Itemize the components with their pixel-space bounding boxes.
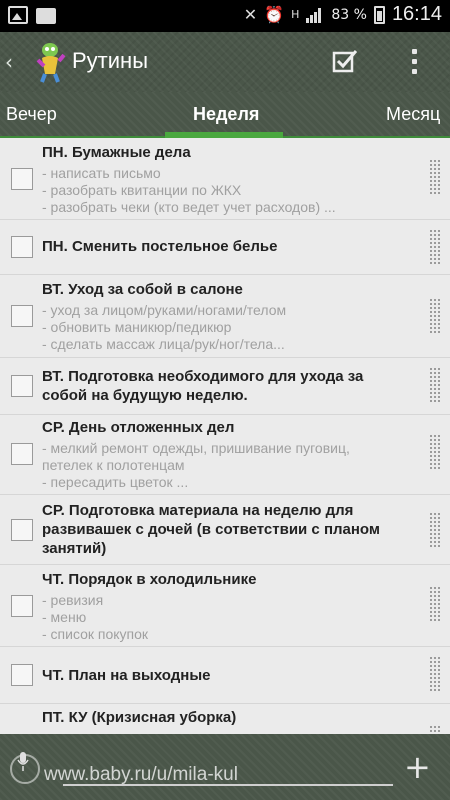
list-item[interactable]: СР. Подготовка материала на неделю для р…: [0, 495, 450, 565]
item-subtask: - список покупок: [42, 626, 149, 642]
item-checkbox[interactable]: [11, 595, 33, 617]
store-notification-icon: [36, 8, 56, 24]
drag-handle-icon[interactable]: [430, 513, 440, 549]
item-title: ПН. Бумажные дела: [42, 144, 191, 161]
network-type: H: [291, 8, 300, 21]
list-item[interactable]: ЧТ. Порядок в холодильнике - ревизия - м…: [0, 565, 450, 647]
status-bar: ✕ ⏰ H 83 % 16:14: [0, 0, 450, 32]
battery-icon: [373, 5, 385, 24]
item-title: ПТ. КУ (Кризисная уборка): [42, 709, 237, 726]
item-subtask: - пересадить цветок ...: [42, 474, 189, 490]
notification-icons: [8, 6, 56, 24]
list-item[interactable]: ПН. Сменить постельное белье: [0, 220, 450, 275]
item-subtask: - меню: [42, 609, 87, 625]
list-item[interactable]: ПТ. КУ (Кризисная уборка): [0, 704, 450, 734]
routine-list: ПН. Бумажные дела - написать письмо - ра…: [0, 140, 450, 734]
overflow-menu-icon[interactable]: [402, 46, 426, 78]
list-item[interactable]: ЧТ. План на выходные: [0, 647, 450, 704]
tab-bar: Вечер Неделя Месяц: [0, 92, 450, 138]
add-icon[interactable]: +: [404, 751, 431, 783]
drag-handle-icon[interactable]: [430, 160, 440, 196]
microphone-icon[interactable]: [16, 751, 30, 773]
status-right: ✕ ⏰ H 83 % 16:14: [244, 3, 442, 26]
item-checkbox[interactable]: [11, 519, 33, 541]
alarm-icon: ⏰: [264, 5, 285, 24]
item-subtask: - сделать массаж лица/рук/ног/тела...: [42, 336, 285, 352]
app-title: Рутины: [72, 48, 149, 73]
item-title: ЧТ. Порядок в холодильнике: [42, 571, 257, 588]
item-title: ВТ. Подготовка необходимого для ухода за…: [42, 368, 364, 404]
item-checkbox[interactable]: [11, 664, 33, 686]
app-logo-icon[interactable]: [28, 40, 68, 84]
item-checkbox[interactable]: [11, 236, 33, 258]
item-subtask: - обновить маникюр/педикюр: [42, 319, 232, 335]
bottom-bar: www.baby.ru/u/mila-kul +: [0, 734, 450, 800]
drag-handle-icon[interactable]: [430, 230, 440, 266]
mute-icon: ✕: [243, 5, 258, 24]
item-subtask: - разобрать чеки (кто ведет учет расходо…: [42, 199, 336, 215]
checkbox-check-icon[interactable]: [330, 47, 360, 77]
item-title: ПН. Сменить постельное белье: [42, 238, 278, 255]
tab-month[interactable]: Месяц: [386, 104, 440, 125]
item-subtask: - уход за лицом/руками/ногами/телом: [42, 302, 287, 318]
back-icon[interactable]: ‹: [5, 50, 13, 74]
action-bar: ‹ Рутины: [0, 32, 450, 92]
tab-evening[interactable]: Вечер: [6, 104, 57, 125]
item-checkbox[interactable]: [11, 305, 33, 327]
watermark-text: www.baby.ru/u/mila-kul: [44, 764, 238, 785]
drag-handle-icon[interactable]: [430, 368, 440, 404]
active-tab-indicator: [165, 132, 283, 138]
new-item-input[interactable]: [63, 784, 393, 786]
item-subtask: - написать письмо: [42, 165, 161, 181]
drag-handle-icon[interactable]: [430, 657, 440, 693]
item-title: СР. Подготовка материала на неделю для р…: [42, 502, 380, 557]
drag-handle-icon[interactable]: [430, 587, 440, 623]
list-item[interactable]: ВТ. Уход за собой в салоне - уход за лиц…: [0, 275, 450, 358]
clock: 16:14: [391, 3, 442, 25]
item-subtask: - разобрать квитанции по ЖКХ: [42, 182, 242, 198]
drag-handle-icon[interactable]: [430, 299, 440, 335]
item-checkbox[interactable]: [11, 168, 33, 190]
item-subtask: петелек к полотенцам: [42, 457, 185, 473]
item-subtask: - мелкий ремонт одежды, пришивание пугов…: [42, 440, 350, 456]
item-subtask: - ревизия: [42, 592, 104, 608]
tab-week[interactable]: Неделя: [193, 104, 259, 125]
list-item[interactable]: ВТ. Подготовка необходимого для ухода за…: [0, 358, 450, 415]
battery-percent: 83 %: [331, 6, 367, 23]
item-title: ЧТ. План на выходные: [42, 667, 211, 684]
image-notification-icon: [8, 6, 28, 24]
item-checkbox[interactable]: [11, 375, 33, 397]
item-title: СР. День отложенных дел: [42, 419, 235, 436]
drag-handle-icon[interactable]: [430, 435, 440, 471]
list-item[interactable]: ПН. Бумажные дела - написать письмо - ра…: [0, 140, 450, 220]
drag-handle-icon[interactable]: [430, 726, 440, 734]
signal-icon: [306, 7, 324, 23]
list-item[interactable]: СР. День отложенных дел - мелкий ремонт …: [0, 415, 450, 495]
item-title: ВТ. Уход за собой в салоне: [42, 281, 243, 298]
item-checkbox[interactable]: [11, 443, 33, 465]
